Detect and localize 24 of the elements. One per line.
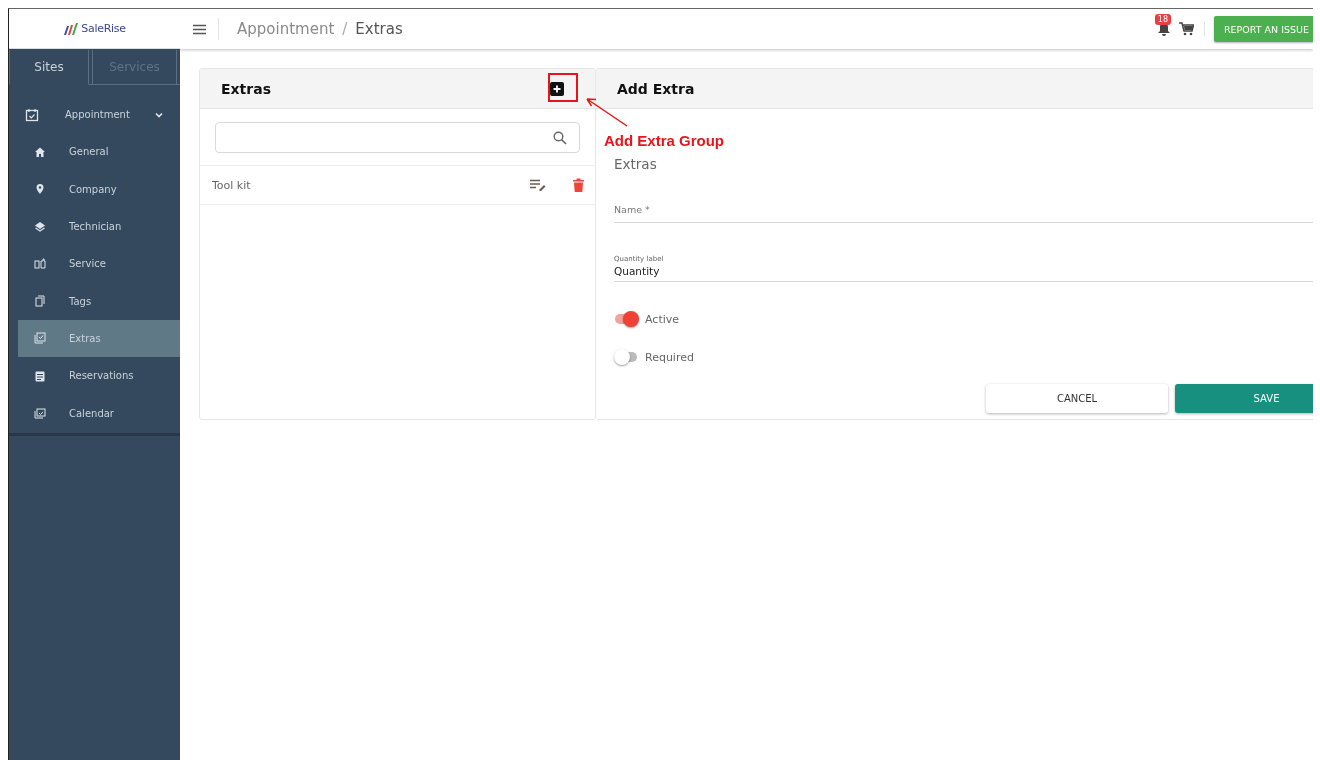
sidebar-item[interactable]: Service — [18, 245, 180, 283]
panel-title: Extras — [221, 80, 271, 97]
breadcrumb-separator: / — [342, 20, 348, 38]
notification-badge: 18 — [1154, 13, 1171, 25]
sidebar-item[interactable]: Tags — [18, 282, 180, 320]
app-logo[interactable]: SaleRise — [9, 9, 180, 49]
annotation-label: Add Extra Group — [604, 132, 724, 149]
panel-title: Add Extra — [617, 80, 695, 97]
sidebar-item[interactable]: Calendar — [18, 394, 180, 432]
toggle-label: Required — [645, 350, 694, 364]
breadcrumb-item[interactable]: Appointment — [237, 20, 335, 38]
sidebar-item[interactable]: Appointment — [9, 96, 180, 134]
sidebar-item[interactable]: General — [18, 133, 180, 171]
toggle-label: Active — [645, 312, 680, 326]
text-field[interactable]: Name * — [614, 185, 1313, 223]
save-button[interactable]: SAVE — [1175, 384, 1313, 413]
sidebar-item[interactable]: Reservations — [18, 357, 180, 395]
form-title: Extras — [614, 156, 658, 172]
cancel-button[interactable]: CANCEL — [986, 384, 1169, 413]
list-item-label[interactable]: Tool kit — [212, 178, 251, 192]
breadcrumb-item: Extras — [355, 20, 403, 38]
sidebar-item[interactable]: Technician — [18, 207, 180, 246]
sidebar-item[interactable]: Company — [18, 170, 180, 208]
sidebar-tab[interactable]: Sites — [9, 50, 89, 85]
